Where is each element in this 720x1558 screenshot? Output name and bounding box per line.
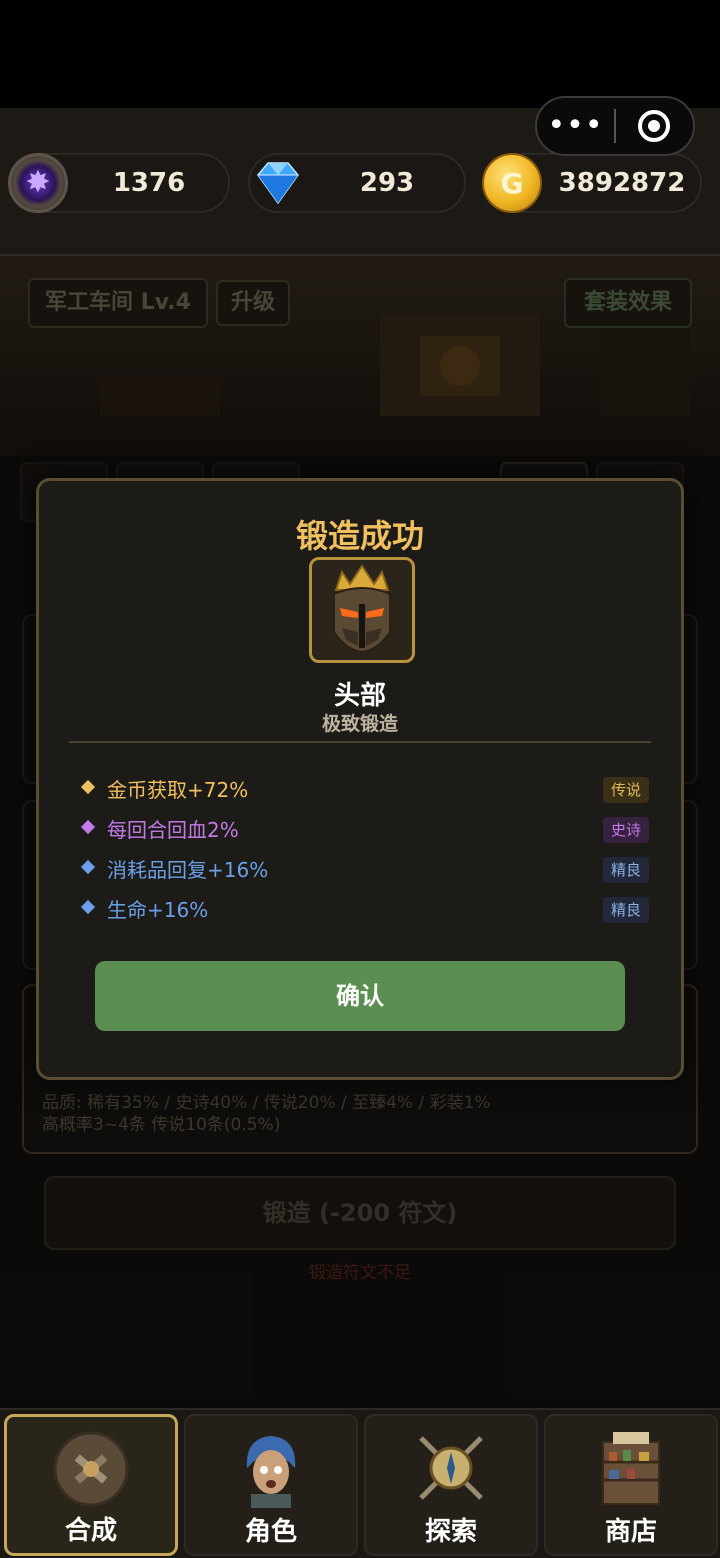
forge-result-modal: 锻造成功 头部 极致锻造 金币获取+72% 传说 每回合回血2% 史诗 消耗品回…: [36, 478, 684, 1080]
gold-value: 3892872: [558, 168, 686, 198]
diamond-value: 293: [359, 168, 415, 198]
nav-item-character[interactable]: 角色: [184, 1414, 358, 1556]
nav-label: 合成: [64, 1516, 117, 1546]
item-name: 头部: [333, 681, 386, 711]
affix-text: 消耗品回复+16%: [107, 858, 269, 882]
more-dots-icon[interactable]: •••: [537, 98, 614, 154]
diamond-bullet-icon: [80, 899, 96, 915]
rarity-tag: 传说: [602, 777, 649, 803]
rarity-tag: 史诗: [602, 817, 649, 843]
nav-item-shop[interactable]: 商店: [544, 1414, 718, 1556]
bottom-nav: 合成 角色 探索 商店: [0, 1408, 720, 1558]
divider: [69, 741, 651, 743]
nav-item-explore[interactable]: 探索: [364, 1414, 538, 1556]
modal-title: 锻造成功: [295, 517, 424, 555]
confirm-button[interactable]: 确认: [95, 961, 625, 1031]
affix-text: 金币获取+72%: [107, 778, 249, 802]
rarity-tag: 精良: [602, 897, 649, 923]
mini-program-capsule: •••: [535, 96, 695, 156]
affix-row: 金币获取+72% 传说: [80, 775, 649, 805]
item-frame: [309, 557, 415, 663]
diamond-bullet-icon: [80, 859, 96, 875]
rune-value: 1376: [112, 168, 186, 198]
explore-compass-icon: [419, 1436, 483, 1500]
helmet-icon: [333, 564, 391, 654]
nav-label: 商店: [604, 1517, 657, 1547]
affix-text: 生命+16%: [107, 898, 209, 922]
affix-text: 每回合回血2%: [107, 818, 239, 842]
shop-icon: [602, 1432, 660, 1505]
nav-label: 角色: [244, 1517, 297, 1547]
affix-row: 每回合回血2% 史诗: [80, 815, 649, 845]
item-subtitle: 极致锻造: [321, 713, 398, 735]
rune-counter: 1376: [8, 153, 230, 213]
nav-item-craft[interactable]: 合成: [4, 1414, 178, 1556]
diamond-counter: 293: [248, 153, 466, 213]
status-bar: [0, 0, 720, 108]
diamond-bullet-icon: [80, 819, 96, 835]
nav-label: 探索: [424, 1517, 477, 1547]
target-icon[interactable]: [616, 110, 693, 142]
gold-coin-icon: [482, 153, 542, 213]
diamond-icon: [248, 153, 308, 213]
craft-icon: [53, 1431, 129, 1507]
character-icon: [246, 1436, 296, 1508]
affix-row: 生命+16% 精良: [80, 895, 649, 925]
affix-row: 消耗品回复+16% 精良: [80, 855, 649, 885]
gold-counter: 3892872: [482, 153, 702, 213]
rune-icon: [8, 153, 68, 213]
diamond-bullet-icon: [80, 779, 96, 795]
rarity-tag: 精良: [602, 857, 649, 883]
